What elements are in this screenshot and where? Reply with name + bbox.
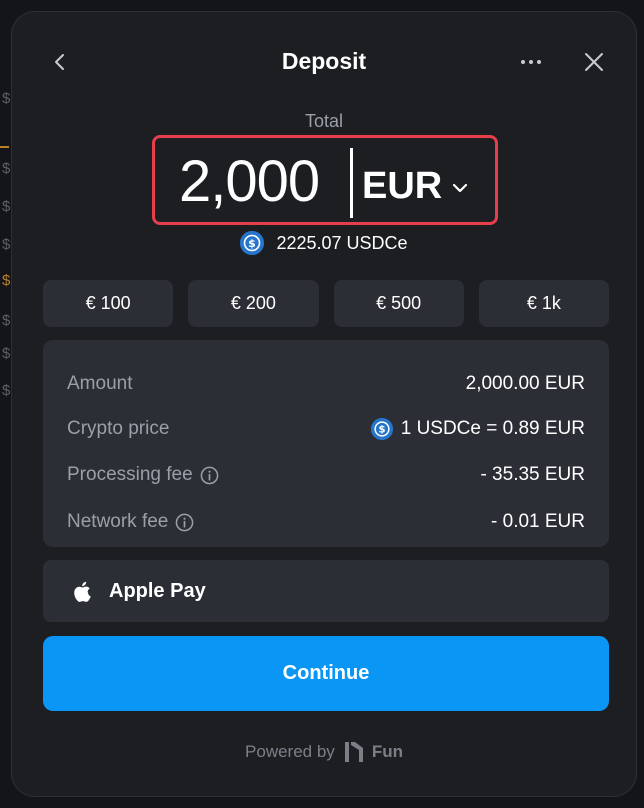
preset-button-100[interactable]: € 100 <box>43 280 174 327</box>
preset-button-500[interactable]: € 500 <box>333 280 464 327</box>
powered-by-footer: Powered by Fun <box>12 741 636 763</box>
detail-row-processing-fee: Processing fee - 35.35 EUR <box>67 461 585 489</box>
fun-logo-icon <box>344 741 364 763</box>
background-glyph: $ <box>2 272 11 289</box>
close-icon <box>585 53 603 71</box>
conversion-display: $ 2225.07 USDCe <box>12 231 636 255</box>
conversion-text: 2225.07 USDCe <box>276 232 408 253</box>
background-glyph: $ <box>2 345 11 362</box>
deposit-modal: Deposit Total 2,000 EUR $ 2225.07 USDCe … <box>11 11 637 797</box>
preset-button-200[interactable]: € 200 <box>188 280 319 327</box>
svg-text:$: $ <box>249 237 257 250</box>
currency-code: EUR <box>362 165 443 207</box>
detail-row-amount: Amount 2,000.00 EUR <box>67 370 585 398</box>
preset-amounts: € 100 € 200 € 500 € 1k <box>43 280 609 327</box>
brand-name: Fun <box>371 742 403 761</box>
background-glyph: $ <box>2 236 11 253</box>
detail-row-network-fee: Network fee - 0.01 EUR <box>67 508 585 536</box>
amount-detail-value: 2,000.00 EUR <box>465 373 585 394</box>
background-glyph: $ <box>2 312 11 329</box>
more-options-button[interactable] <box>517 50 545 74</box>
network-fee-value: - 0.01 EUR <box>491 511 585 532</box>
processing-fee-label: Processing fee <box>67 464 193 485</box>
processing-fee-value: - 35.35 EUR <box>480 464 585 485</box>
crypto-price-value-group: $ 1 USDCe = 0.89 EUR <box>370 418 585 440</box>
apple-icon <box>73 581 91 602</box>
payment-method-apple-pay[interactable]: Apple Pay <box>43 560 609 622</box>
modal-header: Deposit <box>12 12 636 112</box>
crypto-price-label: Crypto price <box>67 418 170 439</box>
background-glyph: $ <box>2 90 11 107</box>
powered-by-text: Powered by <box>245 742 335 761</box>
close-button[interactable] <box>582 50 606 74</box>
svg-text:$: $ <box>378 425 385 436</box>
usdc-icon: $ <box>240 231 265 255</box>
text-caret <box>350 148 353 218</box>
currency-select[interactable]: EUR <box>362 162 468 210</box>
processing-fee-label-group: Processing fee <box>67 464 219 486</box>
continue-button[interactable]: Continue <box>43 636 609 711</box>
payment-method-label: Apple Pay <box>109 579 206 602</box>
network-fee-label-group: Network fee <box>67 511 194 533</box>
background-glyph: $ <box>2 382 11 399</box>
info-icon[interactable] <box>200 466 219 485</box>
amount-label: Amount <box>67 373 133 394</box>
detail-row-crypto-price: Crypto price $ 1 USDCe = 0.89 EUR <box>67 415 585 443</box>
more-horizontal-icon <box>521 60 541 64</box>
info-icon[interactable] <box>175 513 194 532</box>
amount-input-field[interactable]: 2,000 EUR <box>152 135 498 225</box>
crypto-price-value: 1 USDCe = 0.89 EUR <box>400 418 585 439</box>
amount-value[interactable]: 2,000 <box>179 150 320 214</box>
deposit-details-panel: Amount 2,000.00 EUR Crypto price $ 1 USD… <box>43 340 609 547</box>
chevron-down-icon <box>452 183 468 193</box>
preset-button-1k[interactable]: € 1k <box>478 280 609 327</box>
total-label: Total <box>304 111 344 131</box>
network-fee-label: Network fee <box>67 511 169 532</box>
background-accent-bar <box>0 146 9 148</box>
usdc-icon: $ <box>370 418 393 440</box>
background-glyph: $ <box>2 160 11 177</box>
background-glyph: $ <box>2 198 11 215</box>
